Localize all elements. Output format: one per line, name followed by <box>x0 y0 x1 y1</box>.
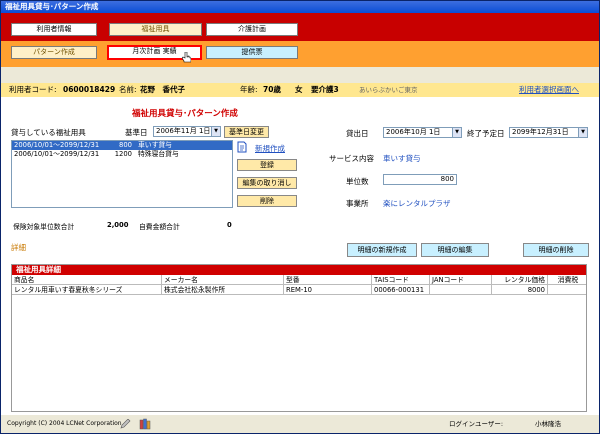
patient-age-label: 年齢: <box>240 85 258 94</box>
cell-model-number: REM-10 <box>284 285 372 295</box>
patient-name-label: 名前: <box>119 85 137 94</box>
column-header: メーカー名 <box>162 275 284 285</box>
application-window: 福祉用具貸与･パターン作成 利用者情報 福祉用具 介護計画 パターン作成 月次計… <box>0 0 600 434</box>
patient-care-level: 要介護3 <box>311 85 339 94</box>
column-header: TAISコード <box>372 275 430 285</box>
nav-welfare-equipment-button[interactable]: 福祉用具 <box>109 23 202 36</box>
list-item-period: 2006/10/01～2099/12/31 <box>14 150 100 158</box>
page-title: 福祉用具貸与･パターン作成 <box>132 109 238 119</box>
self-pay-value: 0 <box>227 221 232 229</box>
list-item[interactable]: 2006/10/01～2099/12/31 800 車いす貸与 <box>12 141 232 150</box>
books-icon[interactable] <box>139 418 153 430</box>
column-header: JANコード <box>430 275 492 285</box>
lend-date-value: 2006年10月 1日 <box>386 128 441 136</box>
detail-table-title: 福祉用具詳細 <box>12 265 586 275</box>
login-user-label: ログインユーザー: <box>449 420 504 428</box>
list-item-period: 2006/10/01～2099/12/31 <box>14 141 100 149</box>
table-header-row: 商品名 メーカー名 型番 TAISコード JANコード レンタル価格 消費税 <box>12 275 586 285</box>
chevron-down-icon: ▼ <box>578 128 587 137</box>
cell-tax <box>548 285 586 295</box>
list-item-name: 車いす貸与 <box>138 141 172 149</box>
units-input[interactable]: 800 <box>383 174 457 185</box>
login-user-name: 小林隆浩 <box>535 420 561 428</box>
nav-provision-form-button[interactable]: 提供票 <box>206 46 298 59</box>
base-date-label: 基準日 <box>125 128 148 137</box>
cancel-edit-button[interactable]: 編集の取り消し <box>237 177 297 189</box>
table-row[interactable]: レンタル用車いす春夏秋冬シリーズ 株式会社松永製作所 REM-10 00066-… <box>12 285 586 295</box>
pen-icon[interactable] <box>119 419 131 429</box>
patient-name: 花野 香代子 <box>140 85 185 94</box>
patient-code-label: 利用者コード: <box>9 85 57 94</box>
units-label: 単位数 <box>346 177 369 186</box>
chevron-down-icon: ▼ <box>211 127 220 136</box>
cell-jan-code <box>430 285 492 295</box>
nav-care-plan-button[interactable]: 介護計画 <box>206 23 298 36</box>
insured-units-label: 保険対象単位数合計 <box>13 223 75 231</box>
end-date-value: 2099年12月31日 <box>512 128 569 136</box>
insured-units-value: 2,000 <box>107 221 129 229</box>
main-nav: 利用者情報 福祉用具 介護計画 <box>1 13 599 41</box>
lend-date-select[interactable]: 2006年10月 1日 ▼ <box>383 127 462 138</box>
office-value: 楽にレンタルプラザ <box>383 199 451 208</box>
list-item-units: 800 <box>119 141 132 149</box>
end-date-label: 終了予定日 <box>467 129 505 138</box>
nav-pattern-create-button[interactable]: パターン作成 <box>11 46 97 59</box>
patient-code: 0600018429 <box>63 85 116 94</box>
cell-tais-code: 00066-000131 <box>372 285 430 295</box>
self-pay-label: 自費金額合計 <box>139 223 180 231</box>
base-date-select[interactable]: 2006年11月 1日 ▼ <box>153 126 221 137</box>
lent-equipment-label: 貸与している福祉用具 <box>11 128 86 137</box>
detail-table: 福祉用具詳細 商品名 メーカー名 型番 TAISコード JANコード レンタル価… <box>11 264 587 412</box>
patient-office: あいらぶかいご東京 <box>359 86 418 94</box>
service-label: サービス内容 <box>329 154 374 163</box>
window-title: 福祉用具貸与･パターン作成 <box>1 1 599 13</box>
column-header: レンタル価格 <box>492 275 548 285</box>
main-panel: 福祉用具貸与･パターン作成 貸与している福祉用具 基準日 2006年11月 1日… <box>1 97 599 415</box>
chevron-down-icon: ▼ <box>452 128 461 137</box>
delete-detail-button[interactable]: 明細の削除 <box>523 243 589 257</box>
delete-button[interactable]: 削除 <box>237 195 297 207</box>
new-create-link[interactable]: 新規作成 <box>255 143 285 154</box>
hand-cursor-icon <box>182 52 191 63</box>
change-base-date-button[interactable]: 基準日変更 <box>224 126 269 138</box>
column-header: 型番 <box>284 275 372 285</box>
office-label: 事業所 <box>346 199 369 208</box>
footer: Copyright (C) 2004 LCNet Corporation ログイ… <box>1 415 599 433</box>
service-value: 車いす貸与 <box>383 154 421 163</box>
edit-detail-button[interactable]: 明細の編集 <box>421 243 489 257</box>
patient-age: 70歳 <box>263 85 281 94</box>
end-date-select[interactable]: 2099年12月31日 ▼ <box>509 127 588 138</box>
column-header: 商品名 <box>12 275 162 285</box>
new-document-icon[interactable] <box>237 141 247 153</box>
patient-gender: 女 <box>295 85 303 94</box>
register-button[interactable]: 登録 <box>237 159 297 171</box>
lent-equipment-list[interactable]: 2006/10/01～2099/12/31 800 車いす貸与 2006/10/01… <box>11 140 233 208</box>
nav-user-info-button[interactable]: 利用者情報 <box>11 23 97 36</box>
cell-maker: 株式会社松永製作所 <box>162 285 284 295</box>
list-item-units: 1200 <box>114 150 132 158</box>
lend-date-label: 貸出日 <box>346 129 369 138</box>
list-item[interactable]: 2006/10/01～2099/12/31 1200 特殊寝台貸与 <box>12 150 232 159</box>
base-date-value: 2006年11月 1日 <box>156 127 211 135</box>
sub-nav: パターン作成 月次計画 実績 提供票 <box>1 41 599 67</box>
copyright: Copyright (C) 2004 LCNet Corporation <box>7 420 122 427</box>
detail-label: 詳細 <box>11 243 26 252</box>
list-item-name: 特殊寝台貸与 <box>138 150 179 158</box>
cell-product-name: レンタル用車いす春夏秋冬シリーズ <box>12 285 162 295</box>
new-detail-button[interactable]: 明細の新規作成 <box>347 243 417 257</box>
column-header: 消費税 <box>557 276 579 284</box>
cell-rental-price: 8000 <box>492 285 548 295</box>
user-select-link[interactable]: 利用者選択画面へ <box>519 83 579 97</box>
patient-info-bar: 利用者コード: 0600018429 名前: 花野 香代子 年齢: 70歳 女 … <box>1 83 599 97</box>
